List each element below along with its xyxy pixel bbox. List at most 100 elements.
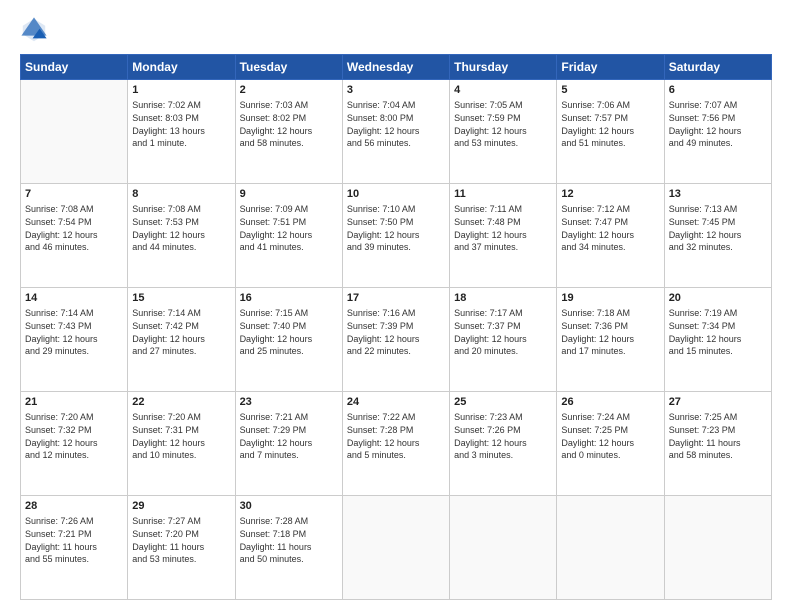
calendar-cell: 1Sunrise: 7:02 AMSunset: 8:03 PMDaylight… [128,80,235,184]
day-number: 7 [25,187,123,202]
calendar-cell: 19Sunrise: 7:18 AMSunset: 7:36 PMDayligh… [557,288,664,392]
calendar-cell: 15Sunrise: 7:14 AMSunset: 7:42 PMDayligh… [128,288,235,392]
calendar-cell: 29Sunrise: 7:27 AMSunset: 7:20 PMDayligh… [128,496,235,600]
calendar-cell: 5Sunrise: 7:06 AMSunset: 7:57 PMDaylight… [557,80,664,184]
day-info: Sunrise: 7:04 AMSunset: 8:00 PMDaylight:… [347,99,445,149]
day-info: Sunrise: 7:13 AMSunset: 7:45 PMDaylight:… [669,203,767,253]
logo-icon [20,16,48,44]
week-row-3: 14Sunrise: 7:14 AMSunset: 7:43 PMDayligh… [21,288,772,392]
day-info: Sunrise: 7:02 AMSunset: 8:03 PMDaylight:… [132,99,230,149]
day-number: 15 [132,291,230,306]
day-number: 14 [25,291,123,306]
day-info: Sunrise: 7:25 AMSunset: 7:23 PMDaylight:… [669,411,767,461]
day-number: 20 [669,291,767,306]
day-info: Sunrise: 7:21 AMSunset: 7:29 PMDaylight:… [240,411,338,461]
day-number: 22 [132,395,230,410]
day-info: Sunrise: 7:14 AMSunset: 7:43 PMDaylight:… [25,307,123,357]
day-info: Sunrise: 7:14 AMSunset: 7:42 PMDaylight:… [132,307,230,357]
day-number: 11 [454,187,552,202]
day-number: 19 [561,291,659,306]
calendar-cell: 24Sunrise: 7:22 AMSunset: 7:28 PMDayligh… [342,392,449,496]
day-info: Sunrise: 7:28 AMSunset: 7:18 PMDaylight:… [240,515,338,565]
day-number: 17 [347,291,445,306]
day-number: 21 [25,395,123,410]
week-row-2: 7Sunrise: 7:08 AMSunset: 7:54 PMDaylight… [21,184,772,288]
day-number: 13 [669,187,767,202]
calendar-cell: 11Sunrise: 7:11 AMSunset: 7:48 PMDayligh… [450,184,557,288]
calendar-cell: 28Sunrise: 7:26 AMSunset: 7:21 PMDayligh… [21,496,128,600]
calendar-cell: 17Sunrise: 7:16 AMSunset: 7:39 PMDayligh… [342,288,449,392]
day-number: 3 [347,83,445,98]
day-number: 28 [25,499,123,514]
day-info: Sunrise: 7:20 AMSunset: 7:31 PMDaylight:… [132,411,230,461]
day-info: Sunrise: 7:08 AMSunset: 7:54 PMDaylight:… [25,203,123,253]
calendar-cell: 7Sunrise: 7:08 AMSunset: 7:54 PMDaylight… [21,184,128,288]
day-number: 1 [132,83,230,98]
day-number: 27 [669,395,767,410]
day-number: 4 [454,83,552,98]
day-number: 6 [669,83,767,98]
day-number: 29 [132,499,230,514]
calendar-cell: 27Sunrise: 7:25 AMSunset: 7:23 PMDayligh… [664,392,771,496]
weekday-header-friday: Friday [557,55,664,80]
day-number: 26 [561,395,659,410]
day-number: 25 [454,395,552,410]
day-info: Sunrise: 7:20 AMSunset: 7:32 PMDaylight:… [25,411,123,461]
week-row-5: 28Sunrise: 7:26 AMSunset: 7:21 PMDayligh… [21,496,772,600]
calendar-cell: 9Sunrise: 7:09 AMSunset: 7:51 PMDaylight… [235,184,342,288]
weekday-header-wednesday: Wednesday [342,55,449,80]
day-info: Sunrise: 7:17 AMSunset: 7:37 PMDaylight:… [454,307,552,357]
day-number: 30 [240,499,338,514]
calendar-cell: 10Sunrise: 7:10 AMSunset: 7:50 PMDayligh… [342,184,449,288]
day-info: Sunrise: 7:18 AMSunset: 7:36 PMDaylight:… [561,307,659,357]
week-row-1: 1Sunrise: 7:02 AMSunset: 8:03 PMDaylight… [21,80,772,184]
calendar-cell [342,496,449,600]
weekday-header-thursday: Thursday [450,55,557,80]
calendar-cell: 18Sunrise: 7:17 AMSunset: 7:37 PMDayligh… [450,288,557,392]
weekday-header-saturday: Saturday [664,55,771,80]
day-number: 10 [347,187,445,202]
calendar-cell: 6Sunrise: 7:07 AMSunset: 7:56 PMDaylight… [664,80,771,184]
week-row-4: 21Sunrise: 7:20 AMSunset: 7:32 PMDayligh… [21,392,772,496]
day-info: Sunrise: 7:09 AMSunset: 7:51 PMDaylight:… [240,203,338,253]
day-number: 8 [132,187,230,202]
calendar-cell: 3Sunrise: 7:04 AMSunset: 8:00 PMDaylight… [342,80,449,184]
calendar-cell: 20Sunrise: 7:19 AMSunset: 7:34 PMDayligh… [664,288,771,392]
calendar-cell [450,496,557,600]
day-info: Sunrise: 7:23 AMSunset: 7:26 PMDaylight:… [454,411,552,461]
day-number: 12 [561,187,659,202]
day-info: Sunrise: 7:12 AMSunset: 7:47 PMDaylight:… [561,203,659,253]
day-info: Sunrise: 7:15 AMSunset: 7:40 PMDaylight:… [240,307,338,357]
day-number: 18 [454,291,552,306]
calendar-cell [664,496,771,600]
calendar-cell [21,80,128,184]
day-info: Sunrise: 7:10 AMSunset: 7:50 PMDaylight:… [347,203,445,253]
calendar-cell: 2Sunrise: 7:03 AMSunset: 8:02 PMDaylight… [235,80,342,184]
day-info: Sunrise: 7:11 AMSunset: 7:48 PMDaylight:… [454,203,552,253]
calendar-cell: 12Sunrise: 7:12 AMSunset: 7:47 PMDayligh… [557,184,664,288]
calendar-page: SundayMondayTuesdayWednesdayThursdayFrid… [0,0,792,612]
day-number: 9 [240,187,338,202]
calendar-cell: 22Sunrise: 7:20 AMSunset: 7:31 PMDayligh… [128,392,235,496]
calendar-cell: 23Sunrise: 7:21 AMSunset: 7:29 PMDayligh… [235,392,342,496]
day-number: 24 [347,395,445,410]
day-info: Sunrise: 7:03 AMSunset: 8:02 PMDaylight:… [240,99,338,149]
day-info: Sunrise: 7:05 AMSunset: 7:59 PMDaylight:… [454,99,552,149]
day-number: 5 [561,83,659,98]
day-number: 2 [240,83,338,98]
calendar-cell: 21Sunrise: 7:20 AMSunset: 7:32 PMDayligh… [21,392,128,496]
day-number: 23 [240,395,338,410]
calendar-table: SundayMondayTuesdayWednesdayThursdayFrid… [20,54,772,600]
page-header [20,16,772,44]
weekday-header-tuesday: Tuesday [235,55,342,80]
calendar-cell: 8Sunrise: 7:08 AMSunset: 7:53 PMDaylight… [128,184,235,288]
weekday-header-monday: Monday [128,55,235,80]
calendar-cell [557,496,664,600]
day-info: Sunrise: 7:19 AMSunset: 7:34 PMDaylight:… [669,307,767,357]
calendar-cell: 25Sunrise: 7:23 AMSunset: 7:26 PMDayligh… [450,392,557,496]
calendar-cell: 14Sunrise: 7:14 AMSunset: 7:43 PMDayligh… [21,288,128,392]
day-info: Sunrise: 7:06 AMSunset: 7:57 PMDaylight:… [561,99,659,149]
calendar-cell: 4Sunrise: 7:05 AMSunset: 7:59 PMDaylight… [450,80,557,184]
calendar-cell: 26Sunrise: 7:24 AMSunset: 7:25 PMDayligh… [557,392,664,496]
calendar-cell: 13Sunrise: 7:13 AMSunset: 7:45 PMDayligh… [664,184,771,288]
